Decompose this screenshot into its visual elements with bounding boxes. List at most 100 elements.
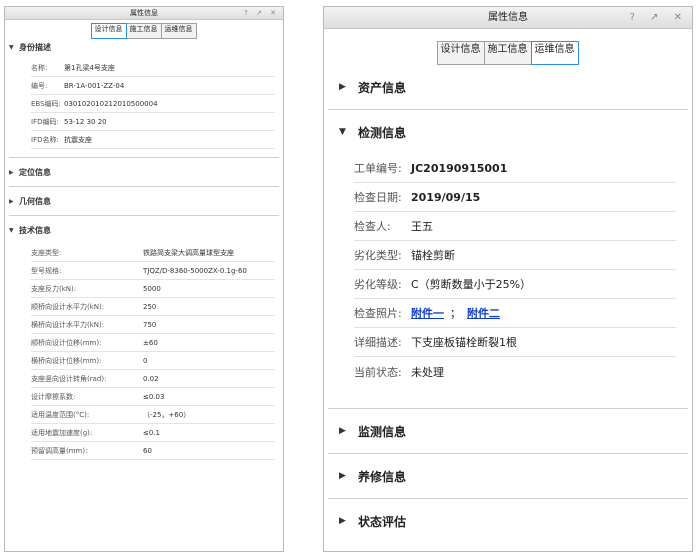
field-value: 下支座板锚栓断裂1根 — [411, 336, 517, 349]
section-monitoring-title: 监测信息 — [358, 424, 407, 439]
field-value: C（剪断数量小于25%） — [411, 278, 532, 291]
field-label: 顺桥向设计位移(mm): — [31, 338, 102, 347]
field-label: 支座类型: — [31, 248, 62, 257]
field-value: （-25，+60） — [143, 410, 191, 419]
field-value: 0 — [143, 356, 148, 365]
field-value: ≤0.03 — [143, 392, 165, 401]
tab-design-info[interactable]: 设计信息 — [436, 41, 485, 65]
field-label: 支座竖向设计转角(rad): — [31, 374, 107, 383]
left-title-bar: 属性信息 ? ↗ ✕ — [5, 7, 283, 20]
left-panel-title: 属性信息 — [130, 9, 158, 17]
field-value: 750 — [143, 320, 157, 329]
chevron-down-icon: ▼ — [9, 44, 14, 51]
field-label: 适用温度范围(°C): — [31, 410, 90, 419]
field-value: TJQZ/D-8360-5000ZX-0.1g-60 — [143, 266, 247, 275]
attachment-link-1[interactable]: 附件一 — [411, 307, 444, 320]
inspection-row: 劣化等级: C（剪断数量小于25%） — [354, 270, 676, 299]
chevron-right-icon: ▶ — [9, 197, 14, 205]
section-geometry-header[interactable]: ▶ 几何信息 — [5, 187, 283, 215]
chevron-down-icon: ▼ — [9, 226, 14, 234]
inspection-row: 劣化类型: 锚栓剪断 — [354, 241, 676, 270]
field-label: 支座反力(kN): — [31, 284, 77, 293]
section-technical-title: 技术信息 — [19, 225, 51, 235]
inspection-row: 工单编号: JC20190915001 — [354, 154, 676, 183]
inspection-row: 检查照片: 附件一 ； 附件二 — [354, 299, 676, 328]
window-controls[interactable]: ? ↗ ✕ — [630, 7, 688, 29]
section-assessment-header[interactable]: ▶ 状态评估 — [324, 499, 692, 543]
window-controls[interactable]: ? ↗ ✕ — [244, 7, 279, 20]
field-value: 锚栓剪断 — [411, 249, 455, 262]
technical-row: 支座竖向设计转角(rad): 0.02 — [31, 370, 275, 388]
field-label: 劣化类型: — [354, 249, 402, 262]
field-label: 详细描述: — [354, 336, 402, 349]
identity-row: IFD编码: 53-12 30 20 — [31, 113, 275, 131]
field-value: ≤0.1 — [143, 428, 160, 437]
section-positioning-title: 定位信息 — [19, 167, 51, 177]
section-positioning-header[interactable]: ▶ 定位信息 — [5, 158, 283, 186]
field-value: 53-12 30 20 — [64, 117, 107, 126]
technical-row: 支座类型: 铁路简支梁大调高量球型支座 — [31, 244, 275, 262]
field-value: 5000 — [143, 284, 161, 293]
field-label: 检查日期: — [354, 191, 402, 204]
section-asset-header[interactable]: ▶ 资产信息 — [324, 65, 692, 109]
section-inspection-title: 检测信息 — [358, 125, 407, 140]
section-monitoring-header[interactable]: ▶ 监测信息 — [324, 409, 692, 453]
technical-row: 设计摩擦系数: ≤0.03 — [31, 388, 275, 406]
field-value: 2019/09/15 — [411, 190, 481, 204]
section-maintenance-header[interactable]: ▶ 养修信息 — [324, 454, 692, 498]
section-geometry-title: 几何信息 — [19, 196, 51, 206]
inspection-row: 详细描述: 下支座板锚栓断裂1根 — [354, 328, 676, 357]
tab-operation-info[interactable]: 运维信息 — [530, 41, 579, 65]
field-value: BR-1A-001-ZZ-04 — [64, 81, 125, 90]
field-label: 检查照片: — [354, 307, 402, 320]
field-label: 当前状态: — [354, 365, 402, 379]
chevron-right-icon: ▶ — [339, 426, 346, 436]
field-value: ±60 — [143, 338, 158, 347]
inspection-row: 检查日期: 2019/09/15 — [354, 183, 676, 212]
right-property-panel: 属性信息 ? ↗ ✕ 设计信息 施工信息 运维信息 ▶ 资产信息 ▼ 检测信息 … — [323, 6, 693, 552]
section-maintenance-title: 养修信息 — [358, 469, 407, 484]
tab-construction-info[interactable]: 施工信息 — [483, 41, 532, 65]
field-label: 编号: — [31, 81, 48, 90]
field-value: 未处理 — [411, 365, 444, 379]
section-assessment-title: 状态评估 — [358, 514, 407, 529]
tab-operation-info[interactable]: 运维信息 — [160, 23, 197, 39]
identity-row: 名称: 第1孔梁4号支座 — [31, 59, 275, 77]
field-value: 第1孔梁4号支座 — [64, 63, 115, 72]
field-value: 铁路简支梁大调高量球型支座 — [143, 248, 234, 257]
section-identity-header[interactable]: ▼ 身份描述 — [5, 39, 283, 56]
field-value: 抗震支座 — [64, 135, 92, 144]
field-value: 60 — [143, 446, 152, 455]
chevron-right-icon: ▶ — [339, 82, 346, 92]
tab-construction-info[interactable]: 施工信息 — [125, 23, 162, 39]
left-property-panel: 属性信息 ? ↗ ✕ 设计信息 施工信息 运维信息 ▼ 身份描述 名称: 第1孔梁… — [4, 6, 284, 552]
technical-row: 型号规格: TJQZ/D-8360-5000ZX-0.1g-60 — [31, 262, 275, 280]
field-label: 横桥向设计位移(mm): — [31, 356, 102, 365]
field-label: 检查人: — [354, 220, 391, 233]
right-panel-title: 属性信息 — [488, 12, 528, 23]
photo-links: 附件一 ； 附件二 — [411, 305, 500, 321]
field-label: 工单编号: — [354, 162, 402, 175]
section-inspection-header[interactable]: ▼ 检测信息 — [324, 110, 692, 154]
attachment-link-2[interactable]: 附件二 — [467, 307, 500, 320]
section-technical-header[interactable]: ▼ 技术信息 — [5, 216, 283, 244]
field-label: 顺桥向设计水平力(kN): — [31, 302, 105, 311]
field-label: 设计摩擦系数: — [31, 392, 76, 401]
technical-row: 顺桥向设计位移(mm): ±60 — [31, 334, 275, 352]
technical-row: 横桥向设计水平力(kN): 750 — [31, 316, 275, 334]
field-label: 名称: — [31, 63, 48, 72]
field-label: EBS编码: — [31, 99, 61, 108]
section-asset-title: 资产信息 — [358, 80, 407, 95]
section-identity-title: 身份描述 — [19, 43, 51, 52]
technical-row: 预留调高量(mm): 60 — [31, 442, 275, 460]
field-label: 适用地震加速度(g): — [31, 428, 93, 437]
technical-row: 适用温度范围(°C): （-25，+60） — [31, 406, 275, 424]
link-separator: ； — [450, 307, 461, 320]
chevron-down-icon: ▼ — [339, 127, 346, 137]
right-tab-bar: 设计信息 施工信息 运维信息 — [324, 29, 692, 65]
field-value: JC20190915001 — [411, 161, 508, 175]
field-value: 0.02 — [143, 374, 159, 383]
field-value: 250 — [143, 302, 157, 311]
field-label: 型号规格: — [31, 266, 62, 275]
tab-design-info[interactable]: 设计信息 — [90, 23, 127, 39]
